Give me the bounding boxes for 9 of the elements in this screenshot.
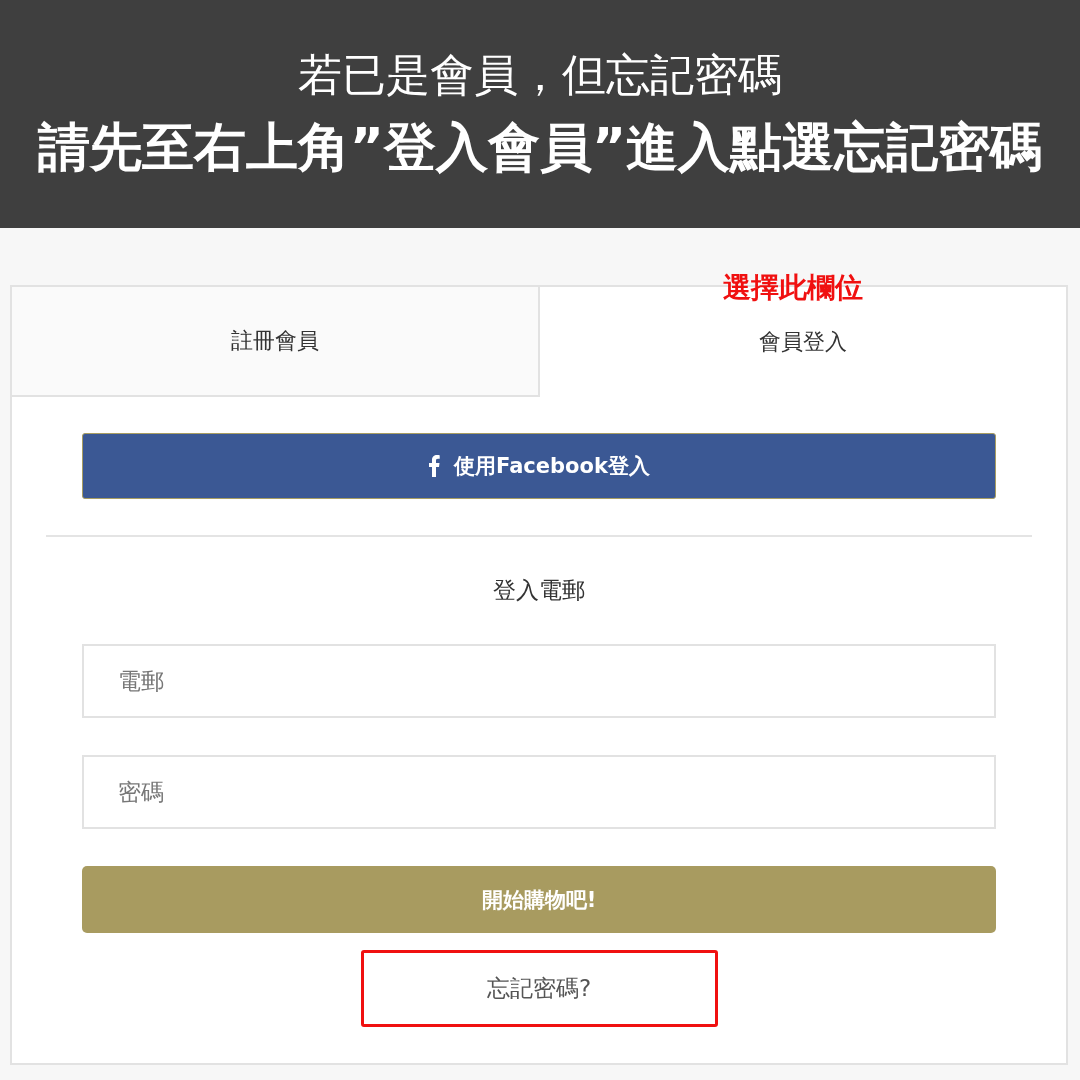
- input-field[interactable]: 電郵: [82, 644, 996, 718]
- instruction-text: 請先至右上角”登入會員”進入點選忘記密碼: [37, 116, 1043, 179]
- tab[interactable]: 註冊會員: [12, 287, 540, 397]
- form-heading: 登入電郵: [493, 576, 585, 605]
- facebook-icon: [428, 455, 441, 477]
- input-field[interactable]: 密碼: [82, 755, 996, 829]
- forgot-password-link[interactable]: 忘記密碼?: [360, 950, 718, 1027]
- facebook-login-button[interactable]: 使用Facebook登入: [82, 433, 996, 499]
- instruction-text: 若已是會員，但忘記密碼: [298, 49, 782, 103]
